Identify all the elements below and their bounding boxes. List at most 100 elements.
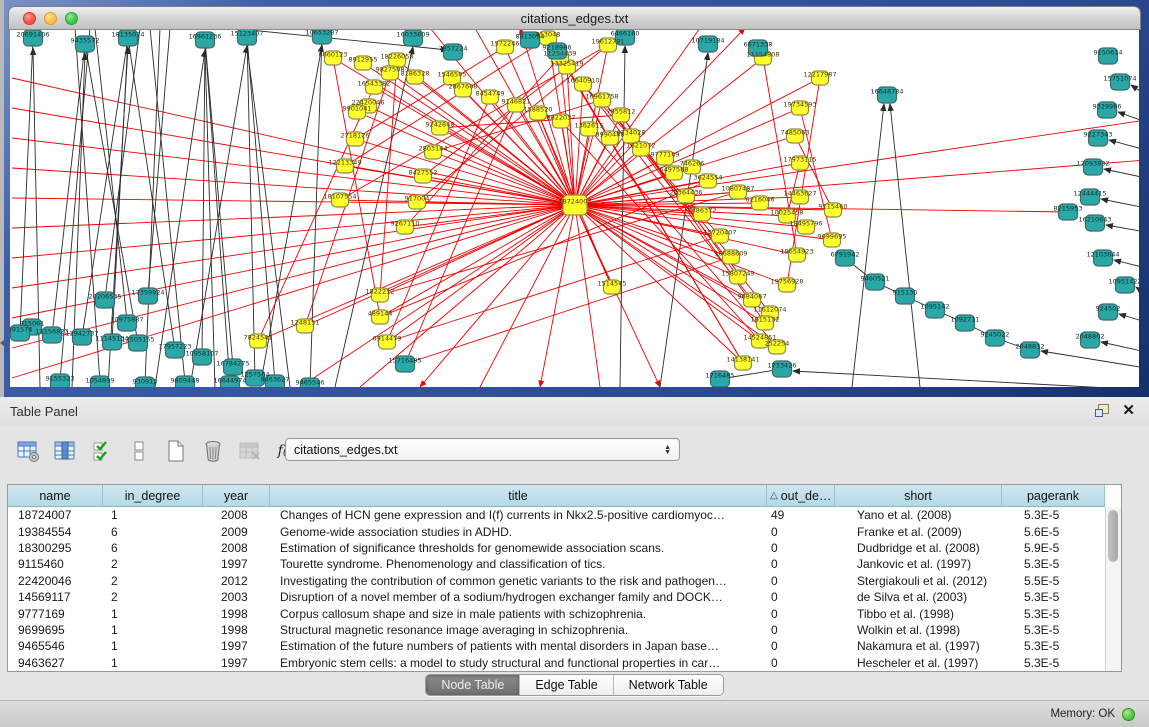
cell-out_degree: 0 (767, 656, 835, 670)
cell-title: Structural magnetic resonance image aver… (270, 623, 767, 637)
network-node-label: 19612791 (591, 38, 624, 46)
table-row[interactable]: 946554611997Estimation of the future num… (8, 638, 1105, 654)
network-node-label: 12505155 (121, 336, 154, 344)
network-node-label: 746266 (680, 160, 705, 168)
network-node-label: 6791942 (831, 251, 860, 259)
network-node-label: 9777169 (651, 151, 680, 159)
table-row[interactable]: 946362711997Embryonic stem cells: a mode… (8, 655, 1105, 671)
table-column-icon[interactable] (51, 437, 79, 465)
table-settings-icon[interactable] (14, 437, 42, 465)
network-node-label: 8427552 (409, 169, 438, 177)
cell-out_degree: 0 (767, 639, 835, 653)
cell-year: 2008 (203, 508, 270, 522)
network-node-label: 7824541 (244, 334, 273, 342)
network-node-label: 2718126 (341, 132, 370, 140)
network-node-label: 16640910 (566, 77, 599, 85)
network-node-label: 9267110 (391, 220, 420, 228)
network-node-label: 9242848 (426, 121, 455, 129)
table-row[interactable]: 911546021997Tourette syndrome. Phenomeno… (8, 556, 1105, 572)
column-header-title[interactable]: title (270, 485, 767, 506)
network-node-label: 1822212 (366, 288, 395, 296)
network-node-label: 1588520 (524, 106, 553, 114)
float-panel-icon[interactable] (1095, 404, 1110, 418)
network-node-label: 18135074 (111, 31, 144, 39)
network-node-label: 3624554 (694, 174, 723, 182)
network-canvas[interactable]: 1872400786601238912955182260589827508165… (10, 30, 1139, 387)
status-bar: Memory: OK (0, 700, 1149, 727)
network-window-titlebar[interactable]: citations_edges.txt (8, 6, 1141, 30)
cell-short: Yano et al. (2008) (835, 508, 1002, 522)
cell-name: 18724007 (8, 508, 103, 522)
table-row[interactable]: 2242004622012Investigating the contribut… (8, 573, 1105, 589)
network-node-label: 18495796 (789, 220, 822, 228)
table-row[interactable]: 977716911998Corpus callosum shape and si… (8, 605, 1105, 621)
network-node-label: 13325419 (550, 60, 583, 68)
delete-trash-icon[interactable] (199, 437, 227, 465)
network-node-label: 9699695 (818, 233, 847, 241)
cell-in_degree: 2 (103, 574, 203, 588)
table-selector-dropdown[interactable]: citations_edges.txt ▲▼ (285, 438, 680, 461)
network-node-label: 14463627 (783, 190, 816, 198)
column-header-short[interactable]: short (835, 485, 1002, 506)
network-node-label: 9684067 (738, 293, 767, 301)
column-header-in_degree[interactable]: in_degree (103, 485, 203, 506)
column-header-year[interactable]: year (203, 485, 270, 506)
table-row[interactable]: 1872400712008Changes of HCN gene express… (8, 507, 1105, 523)
scrollbar-thumb[interactable] (1108, 510, 1118, 562)
tab-edge-table[interactable]: Edge Table (520, 675, 613, 695)
cell-year: 2012 (203, 574, 270, 588)
cell-out_degree: 0 (767, 623, 835, 637)
cell-year: 1998 (203, 607, 270, 621)
network-node-label: 18724007 (558, 198, 591, 206)
network-node-label: 9435572 (71, 37, 100, 45)
network-node-label: 8813054 (516, 33, 545, 41)
network-graph[interactable]: 1872400786601238912955182260589827508165… (10, 30, 1139, 387)
network-node-label: 1095142 (921, 303, 950, 311)
network-window: citations_edges.txt 18724007866012389129… (0, 0, 1149, 397)
minimize-window-button[interactable] (44, 12, 57, 25)
network-node-label: 1733426 (768, 362, 797, 370)
table-row[interactable]: 1456911722003Disruption of a novel membe… (8, 589, 1105, 605)
table-toolbar: f(x) citations_edges.txt ▲▼ (0, 431, 1149, 471)
cell-name: 14569117 (8, 590, 103, 604)
column-header-name[interactable]: name (8, 485, 103, 506)
network-node-label: 6216046 (746, 196, 775, 204)
tab-network-table[interactable]: Network Table (614, 675, 723, 695)
network-node-label: 9150614 (1094, 49, 1123, 57)
cell-name: 9699695 (8, 623, 103, 637)
cell-in_degree: 1 (103, 607, 203, 621)
network-node-label: 12444415 (1073, 190, 1106, 198)
close-panel-icon[interactable]: ✕ (1122, 404, 1135, 418)
delete-table-icon[interactable] (236, 437, 264, 465)
network-node-label: 8454749 (476, 90, 505, 98)
new-document-icon[interactable] (162, 437, 190, 465)
select-all-icon[interactable] (88, 437, 116, 465)
network-node-label: 8822037 (547, 114, 576, 122)
table-row[interactable]: 1830029562008Estimation of significance … (8, 540, 1105, 556)
network-node-label: 8912955 (349, 56, 378, 64)
cell-title: Tourette syndrome. Phenomenology and cla… (270, 557, 767, 571)
close-window-button[interactable] (23, 12, 36, 25)
table-panel-title: Table Panel (0, 404, 78, 419)
table-row[interactable]: 969969511998Structural magnetic resonanc… (8, 622, 1105, 638)
table-row[interactable]: 1938455462009Genome-wide association stu… (8, 523, 1105, 539)
network-node-label: 10958107 (185, 350, 218, 358)
collapse-panel-arrow-icon[interactable] (0, 340, 4, 346)
network-node-label: 9115460 (819, 203, 848, 211)
network-node-label: 7857224 (439, 45, 468, 53)
vertical-scrollbar[interactable] (1105, 507, 1121, 671)
cell-out_degree: 49 (767, 508, 835, 522)
network-node-label: 14138141 (726, 356, 759, 364)
column-header-pagerank[interactable]: pagerank (1002, 485, 1105, 506)
memory-status-indicator[interactable] (1122, 708, 1135, 721)
unselect-rows-icon[interactable] (125, 437, 153, 465)
tab-node-table[interactable]: Node Table (426, 675, 520, 695)
zoom-window-button[interactable] (65, 12, 78, 25)
column-header-out_degree[interactable]: △out_de… (767, 485, 835, 506)
network-node-label: 15716485 (388, 357, 421, 365)
desktop-edge-strip (0, 0, 4, 397)
table-panel-titlebar[interactable]: Table Panel ✕ (0, 397, 1149, 425)
table-selector-value: citations_edges.txt (294, 443, 398, 457)
network-node-label: 10688609 (714, 250, 747, 258)
network-node-label: 11154808 (746, 51, 779, 59)
